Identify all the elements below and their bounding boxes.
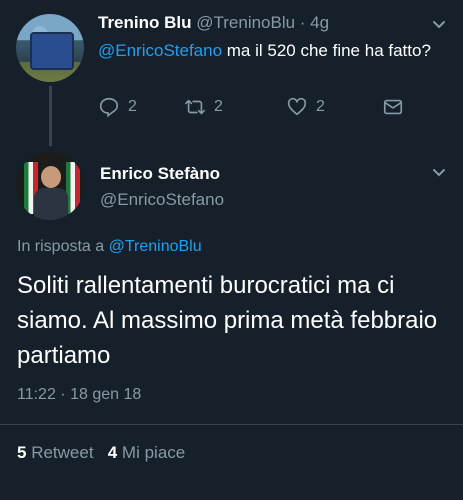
chevron-down-icon[interactable] <box>432 166 446 180</box>
mention-link[interactable]: @EnricoStefano <box>98 41 222 60</box>
likes-count: 4 <box>107 443 118 462</box>
reply-count: 2 <box>128 98 137 115</box>
reply-prefix: In risposta a <box>17 238 109 255</box>
retweets-stat[interactable]: 5 Retweet <box>17 443 94 462</box>
message-button[interactable] <box>382 96 404 118</box>
retweets-label: Retweet <box>26 443 94 462</box>
handle[interactable]: @EnricoStefano <box>100 190 224 210</box>
tweet-body: ma il 520 che fine ha fatto? <box>222 41 431 60</box>
tweet-stats: 5 Retweet 4 Mi piace <box>17 443 185 463</box>
tweet-text: Soliti rallentamenti burocratici ma ci s… <box>17 272 438 369</box>
face-image <box>41 166 61 188</box>
tweet-age: · 4g <box>295 13 330 32</box>
author-line: Trenino Blu @TreninoBlu · 4g <box>98 13 329 33</box>
avatar[interactable] <box>16 152 84 220</box>
avatar[interactable] <box>16 14 84 82</box>
tweet-text: @EnricoStefano ma il 520 che fine ha fat… <box>98 38 438 63</box>
divider <box>0 424 463 425</box>
display-name[interactable]: Trenino Blu <box>98 13 192 32</box>
reply-to-link[interactable]: @TreninoBlu <box>109 238 202 255</box>
reply-button[interactable]: 2 <box>98 96 137 118</box>
chevron-down-icon[interactable] <box>432 18 446 32</box>
train-image <box>30 32 74 70</box>
retweet-icon <box>185 99 205 115</box>
likes-label: Mi piace <box>117 443 186 462</box>
heart-icon <box>287 97 307 116</box>
like-count: 2 <box>316 98 325 115</box>
suit-image <box>34 188 68 220</box>
retweet-count: 2 <box>214 98 223 115</box>
like-button[interactable]: 2 <box>286 96 325 118</box>
timestamp[interactable]: 11:22 · 18 gen 18 <box>17 386 141 404</box>
likes-stat[interactable]: 4 Mi piace <box>108 443 186 462</box>
reply-icon <box>99 97 119 118</box>
retweet-button[interactable]: 2 <box>184 96 223 118</box>
tweet-actions: 2 2 2 <box>98 96 418 126</box>
display-name[interactable]: Enrico Stefàno <box>100 164 220 184</box>
reply-context: In risposta a @TreninoBlu <box>17 238 202 256</box>
thread-connector <box>49 86 52 146</box>
envelope-icon <box>383 99 403 115</box>
handle[interactable]: @TreninoBlu <box>196 13 295 32</box>
flag-image <box>66 162 80 214</box>
